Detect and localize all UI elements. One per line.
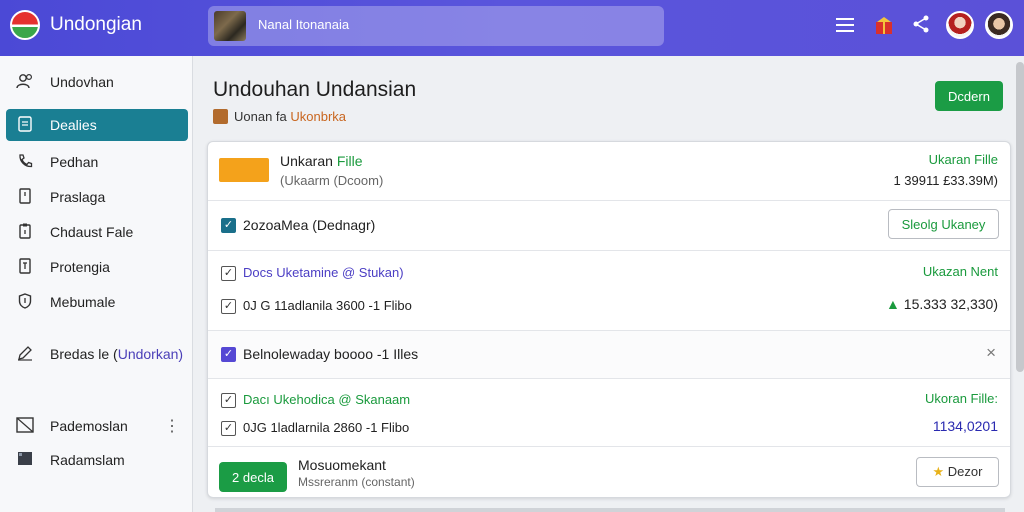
file-summary-row[interactable]: Unkaran Fille (Ukaarm (Dcoom) Ukaran Fil…	[208, 142, 1010, 201]
share-icon[interactable]	[908, 14, 934, 40]
avatar-1[interactable]	[946, 11, 974, 39]
phone-icon	[16, 153, 34, 172]
doc-icon	[16, 187, 34, 207]
file-right-label: Ukaran Fille	[928, 152, 998, 167]
sidebar-item-label: Radamslam	[50, 452, 125, 468]
list-item[interactable]: ✓ Belnolewaday boooo -1 Illes ×	[208, 331, 1010, 379]
breadcrumb[interactable]: Uonan fa Ukonbrka	[234, 109, 346, 124]
sidebar-item-undovhan[interactable]: Undovhan	[6, 66, 188, 98]
list-item-subtitle: Mssreranm (constant)	[298, 475, 415, 489]
sidebar-item-label: Pedhan	[50, 154, 99, 170]
arrow-up-icon: ▲	[886, 296, 904, 312]
list-item-title: Docs Uketamine @ Stukan)	[243, 265, 404, 280]
list-item[interactable]: ✓ Dacı Ukehodica @ Skanaam ✓ 0JG 1ladlar…	[208, 379, 1010, 447]
sidebar-item-label: Dealies	[50, 117, 97, 133]
checkbox[interactable]: ✓	[221, 218, 236, 233]
checkbox[interactable]: ✓	[221, 421, 236, 436]
close-icon[interactable]: ×	[986, 343, 996, 363]
checkbox[interactable]: ✓	[221, 347, 236, 362]
monitor-icon	[16, 451, 34, 470]
file-icon	[16, 257, 34, 277]
next-card-edge	[215, 508, 1005, 512]
file-subtitle: (Ukaarm (Dcoom)	[280, 173, 384, 188]
file-size: 1 39911 £33.39M)	[893, 173, 998, 188]
app-logo[interactable]	[10, 10, 40, 40]
list-item-right-value: 1134,0201	[932, 418, 998, 434]
folder-icon	[213, 109, 228, 124]
scrollbar[interactable]	[1016, 62, 1024, 372]
primary-action-button[interactable]: Dcdern	[935, 81, 1003, 111]
sidebar-item-mebumale[interactable]: Mebumale	[6, 286, 188, 318]
search-thumbnail	[214, 11, 246, 41]
list-item-title: Dacı Ukehodica @ Skanaam	[243, 392, 411, 407]
favorite-button[interactable]: ★ Dezor	[916, 457, 999, 487]
avatar-2[interactable]	[985, 11, 1013, 39]
file-title: Unkaran Fille	[280, 153, 363, 169]
list-item-detail: 0JG 1ladlarnila 2860 -1 Flibo	[243, 420, 410, 435]
sidebar-item-chdaust-fale[interactable]: Chdaust Fale	[6, 216, 188, 248]
row-action-button[interactable]: Sleolg Ukaney	[888, 209, 999, 239]
list-item-right-label: Ukoran Fille:	[925, 391, 998, 406]
list-item[interactable]: ✓ 2ozoaMea (Dednagr) Sleolg Ukaney	[208, 201, 1010, 251]
app-title: Undongian	[50, 14, 142, 35]
sidebar-item-label: Praslaga	[50, 189, 106, 205]
star-icon: ★	[932, 464, 948, 479]
list-item-label: Belnolewaday boooo -1 Illes	[243, 346, 419, 362]
gift-icon[interactable]	[871, 14, 897, 40]
sidebar-item-dealies[interactable]: Dealies	[6, 109, 188, 141]
users-icon	[16, 73, 34, 92]
shield-icon	[16, 292, 34, 312]
menu-icon[interactable]	[832, 14, 858, 40]
folder-icon	[219, 158, 269, 182]
sidebar-item-praslaga[interactable]: Praslaga	[6, 181, 188, 213]
sidebar-item-label: Protengia	[50, 259, 110, 275]
sidebar-item-label: Pademoslan	[50, 418, 128, 434]
list-item[interactable]: 2 decla Mosuomekant Mssreranm (constant)…	[208, 447, 1010, 497]
clipboard-icon	[16, 223, 34, 242]
sidebar-item-label: Chdaust Fale	[50, 224, 134, 240]
list-item-title: Mosuomekant	[298, 457, 386, 473]
search-text: Nanal Itonanaia	[258, 17, 350, 32]
add-button[interactable]: 2 decla	[219, 462, 287, 492]
page-title: Undouhan Undansian	[213, 78, 417, 101]
sidebar-item-pademoslan[interactable]: Pademoslan ⋮	[6, 410, 188, 442]
list-item-detail: 0J G 11adlanila 3600 -1 Flibo	[243, 298, 412, 313]
checkbox[interactable]: ✓	[221, 393, 236, 408]
note-icon	[16, 416, 34, 436]
checkbox[interactable]: ✓	[221, 299, 236, 314]
list-item-right-value: ▲ 15.333 32,330)	[886, 296, 998, 312]
sidebar-item-protengia[interactable]: Protengia	[6, 251, 188, 283]
sidebar-item-label: Mebumale	[50, 294, 116, 310]
edit-icon	[16, 345, 34, 364]
sidebar-item-pedhan[interactable]: Pedhan	[6, 146, 188, 178]
sidebar-item-bredas[interactable]: Bredas le (Undorkan)	[6, 338, 188, 370]
list-item-label: 2ozoaMea (Dednagr)	[243, 217, 376, 233]
checkbox[interactable]: ✓	[221, 266, 236, 281]
list-item[interactable]: ✓ Docs Uketamine @ Stukan) ✓ 0J G 11adla…	[208, 251, 1010, 331]
sidebar-item-label: Undovhan	[50, 74, 114, 90]
sidebar-item-label: Bredas le (Undorkan)	[50, 346, 184, 362]
top-bar: Undongian Nanal Itonanaia	[0, 0, 1024, 56]
file-list-card: Unkaran Fille (Ukaarm (Dcoom) Ukaran Fil…	[207, 141, 1011, 498]
list-item-right-label: Ukazan Nent	[922, 264, 998, 279]
search-input[interactable]: Nanal Itonanaia	[208, 6, 664, 46]
more-vertical-icon[interactable]: ⋮	[164, 416, 180, 436]
tablet-icon	[16, 115, 34, 135]
sidebar: Undovhan Dealies Pedhan Praslaga Chdaust…	[0, 56, 193, 512]
sidebar-item-radamslam[interactable]: Radamslam	[6, 444, 188, 476]
